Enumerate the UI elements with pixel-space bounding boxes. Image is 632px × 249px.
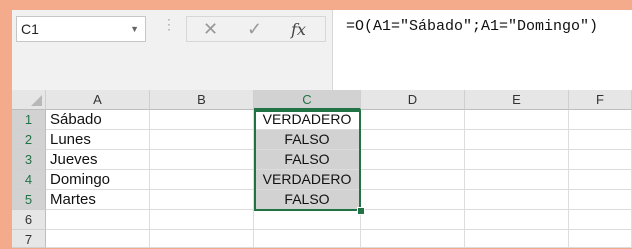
cell-f1[interactable] [569, 110, 632, 130]
cell-a5[interactable]: Martes [46, 190, 150, 210]
cell-d1[interactable] [361, 110, 465, 130]
cell-a3[interactable]: Jueves [46, 150, 150, 170]
drag-handle-icon[interactable]: ⋮ [162, 16, 176, 33]
cell-b2[interactable] [150, 130, 254, 150]
cell-e1[interactable] [465, 110, 569, 130]
cell-b5[interactable] [150, 190, 254, 210]
select-all-corner[interactable] [12, 90, 46, 110]
cell-b7[interactable] [150, 230, 254, 248]
cell-c7[interactable] [254, 230, 361, 248]
cell-d4[interactable] [361, 170, 465, 190]
cell-e5[interactable] [465, 190, 569, 210]
cell-a2[interactable]: Lunes [46, 130, 150, 150]
cell-f5[interactable] [569, 190, 632, 210]
name-box-value: C1 [21, 21, 39, 37]
chevron-down-icon[interactable]: ▼ [130, 17, 139, 41]
formula-controls: ✕ ✓ fx [186, 16, 326, 42]
cell-d7[interactable] [361, 230, 465, 248]
insert-function-icon[interactable]: fx [291, 20, 306, 39]
column-header-a[interactable]: A [46, 90, 150, 110]
cell-f7[interactable] [569, 230, 632, 248]
cell-a6[interactable] [46, 210, 150, 230]
name-box[interactable]: C1 ▼ [16, 16, 146, 42]
cell-a7[interactable] [46, 230, 150, 248]
spreadsheet-grid[interactable]: A B C D E F 1 Sábado VERDADERO 2 Lunes F… [12, 90, 632, 248]
cell-c3[interactable]: FALSO [254, 150, 361, 170]
column-header-c[interactable]: C [254, 90, 361, 110]
cell-f4[interactable] [569, 170, 632, 190]
cell-d3[interactable] [361, 150, 465, 170]
cancel-icon[interactable]: ✕ [203, 19, 218, 40]
cell-d5[interactable] [361, 190, 465, 210]
cell-d2[interactable] [361, 130, 465, 150]
fill-handle[interactable] [357, 207, 365, 215]
cell-c1[interactable]: VERDADERO [254, 110, 361, 130]
row-header-1[interactable]: 1 [12, 110, 46, 130]
cell-e4[interactable] [465, 170, 569, 190]
column-header-d[interactable]: D [361, 90, 465, 110]
cell-f3[interactable] [569, 150, 632, 170]
toolbar-band [12, 46, 332, 90]
cell-e3[interactable] [465, 150, 569, 170]
cell-b3[interactable] [150, 150, 254, 170]
row-header-3[interactable]: 3 [12, 150, 46, 170]
cell-c2[interactable]: FALSO [254, 130, 361, 150]
row-header-7[interactable]: 7 [12, 230, 46, 248]
column-header-f[interactable]: F [569, 90, 632, 110]
row-header-2[interactable]: 2 [12, 130, 46, 150]
cell-e6[interactable] [465, 210, 569, 230]
cell-c4[interactable]: VERDADERO [254, 170, 361, 190]
cell-f6[interactable] [569, 210, 632, 230]
cell-c6[interactable] [254, 210, 361, 230]
window-top-strip [0, 0, 632, 10]
cell-b4[interactable] [150, 170, 254, 190]
column-header-b[interactable]: B [150, 90, 254, 110]
cell-b6[interactable] [150, 210, 254, 230]
enter-icon[interactable]: ✓ [247, 19, 262, 40]
row-header-4[interactable]: 4 [12, 170, 46, 190]
cell-a1[interactable]: Sábado [46, 110, 150, 130]
cell-d6[interactable] [361, 210, 465, 230]
cell-c5[interactable]: FALSO [254, 190, 361, 210]
row-header-5[interactable]: 5 [12, 190, 46, 210]
formula-text: =O(A1="Sábado";A1="Domingo") [346, 18, 599, 35]
cell-a4[interactable]: Domingo [46, 170, 150, 190]
cell-b1[interactable] [150, 110, 254, 130]
column-header-e[interactable]: E [465, 90, 569, 110]
cell-e7[interactable] [465, 230, 569, 248]
cell-e2[interactable] [465, 130, 569, 150]
row-header-6[interactable]: 6 [12, 210, 46, 230]
cell-f2[interactable] [569, 130, 632, 150]
